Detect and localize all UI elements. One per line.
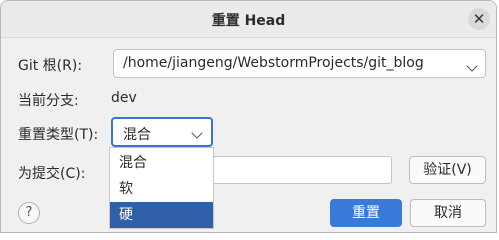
reset-type-options-list: 混合 软 硬 <box>109 147 214 229</box>
chevron-down-icon <box>466 60 478 72</box>
option-hard[interactable]: 硬 <box>110 202 213 228</box>
git-root-value: /home/jiangeng/WebstormProjects/git_blog <box>123 55 424 71</box>
chevron-down-icon <box>191 127 203 139</box>
git-root-dropdown[interactable]: /home/jiangeng/WebstormProjects/git_blog <box>113 49 486 78</box>
reset-type-value: 混合 <box>123 127 151 143</box>
reset-head-dialog: 重置 Head ✕ Git 根(R): /home/jiangeng/Webst… <box>0 0 497 233</box>
help-icon[interactable]: ? <box>18 202 40 224</box>
dialog-title: 重置 Head <box>211 13 286 29</box>
cancel-button[interactable]: 取消 <box>410 199 486 227</box>
validate-button[interactable]: 验证(V) <box>409 156 486 184</box>
to-commit-label: 为提交(C): <box>18 166 86 182</box>
close-icon[interactable]: ✕ <box>468 8 490 30</box>
current-branch-label: 当前分支: <box>18 93 79 109</box>
current-branch-value: dev <box>111 90 137 106</box>
git-root-label: Git 根(R): <box>18 58 83 74</box>
title-bar: 重置 Head ✕ <box>1 1 496 38</box>
reset-type-label: 重置类型(T): <box>18 127 99 143</box>
reset-button[interactable]: 重置 <box>330 199 402 227</box>
option-soft[interactable]: 软 <box>110 176 213 202</box>
option-mixed[interactable]: 混合 <box>110 150 213 176</box>
reset-type-dropdown[interactable]: 混合 <box>111 117 213 147</box>
